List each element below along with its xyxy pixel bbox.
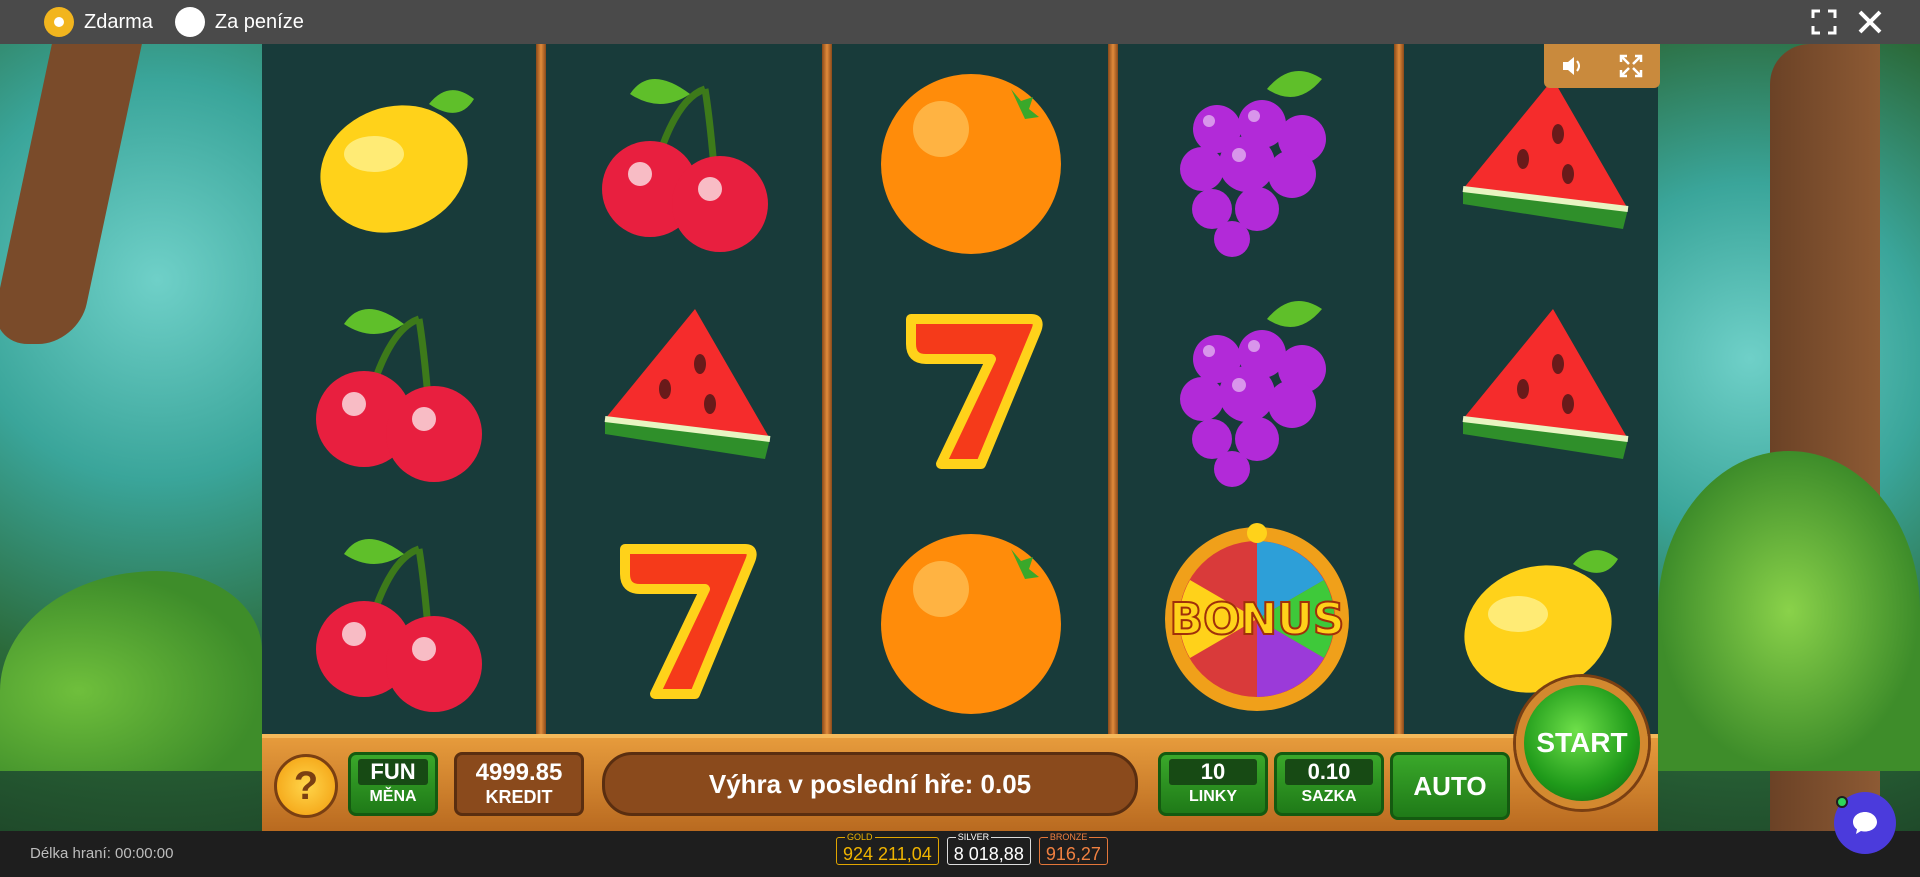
bonus-label: BONUS: [1168, 593, 1345, 646]
lemon-symbol: [262, 44, 536, 274]
watermelon-symbol: [1406, 274, 1680, 504]
control-panel: ? FUN MĚNA 4999.85 KREDIT Výhra v posled…: [262, 734, 1658, 831]
credit-value: 4999.85: [475, 759, 563, 786]
reel-divider: [1108, 44, 1118, 734]
expand-icon[interactable]: [1618, 53, 1644, 79]
currency-label: MĚNA: [369, 788, 417, 805]
mode-money[interactable]: Za peníze: [174, 7, 304, 37]
reel-4: BONUS: [1120, 44, 1394, 734]
cherry-symbol: [548, 44, 822, 274]
speaker-icon[interactable]: [1560, 53, 1586, 79]
bonus-symbol: BONUS: [1120, 504, 1394, 734]
lines-label: LINKY: [1189, 788, 1237, 805]
lines-value: 10: [1169, 759, 1257, 785]
auto-button[interactable]: AUTO: [1390, 752, 1510, 820]
credit-label: KREDIT: [485, 787, 553, 807]
online-indicator: [1836, 796, 1848, 808]
bet-selector[interactable]: 0.10 SAZKA: [1274, 752, 1384, 816]
jackpot-gold-value: 924 211,04: [843, 844, 932, 864]
reel-divider: [822, 44, 832, 734]
reel-divider: [536, 44, 546, 734]
grapes-symbol: [1120, 274, 1394, 504]
close-icon[interactable]: [1856, 8, 1884, 36]
jackpot-bronze-title: BRONZE: [1047, 832, 1090, 842]
jackpot-silver-title: SILVER: [955, 832, 992, 842]
mode-free[interactable]: Zdarma: [44, 7, 153, 37]
mode-money-label: Za peníze: [214, 10, 304, 33]
top-bar: Zdarma Za peníze: [0, 0, 1920, 44]
jackpot-silver: SILVER 8 018,88: [946, 832, 1031, 865]
currency-value: FUN: [357, 759, 429, 785]
bet-value: 0.10: [1285, 759, 1373, 785]
cherry-symbol: [262, 274, 536, 504]
bottom-bar: Délka hraní: 00:00:00 GOLD 924 211,04 SI…: [0, 831, 1920, 877]
reel-5: [1406, 44, 1680, 734]
help-button[interactable]: ?: [274, 754, 338, 818]
reel-3: [834, 44, 1108, 734]
mode-free-label: Zdarma: [84, 10, 153, 33]
cherry-symbol: [262, 504, 536, 734]
bet-label: SAZKA: [1301, 788, 1357, 805]
seven-symbol: [834, 274, 1108, 504]
play-time: Délka hraní: 00:00:00: [30, 845, 174, 862]
reel-2: [548, 44, 822, 734]
jackpot-gold-title: GOLD: [845, 832, 875, 842]
jackpot-bronze-value: 916,27: [1045, 844, 1101, 864]
reel-divider: [1394, 44, 1404, 734]
reels: BONUS: [262, 44, 1658, 734]
game-toolbar: [1544, 44, 1660, 88]
forest-background-left: [0, 44, 262, 831]
fullscreen-icon[interactable]: [1810, 8, 1838, 36]
currency-box[interactable]: FUN MĚNA: [348, 752, 438, 816]
orange-symbol: [834, 504, 1108, 734]
jackpot-bronze: BRONZE 916,27: [1038, 832, 1108, 865]
radio-free[interactable]: [44, 7, 74, 37]
grapes-symbol: [1120, 44, 1394, 274]
lines-selector[interactable]: 10 LINKY: [1158, 752, 1268, 816]
forest-background-right: [1658, 44, 1920, 831]
radio-money[interactable]: [174, 7, 205, 37]
jackpot-gold: GOLD 924 211,04: [836, 832, 939, 865]
credit-box: 4999.85 KREDIT: [454, 752, 584, 816]
last-win-display: Výhra v poslední hře: 0.05: [602, 752, 1138, 816]
jackpot-silver-value: 8 018,88: [953, 844, 1024, 864]
start-button[interactable]: START: [1516, 677, 1648, 809]
reel-1: [262, 44, 536, 734]
chat-icon: [1853, 812, 1877, 834]
watermelon-symbol: [548, 274, 822, 504]
jackpots: GOLD 924 211,04 SILVER 8 018,88 BRONZE 9…: [836, 832, 1108, 865]
orange-symbol: [834, 44, 1108, 274]
seven-symbol: [548, 504, 822, 734]
